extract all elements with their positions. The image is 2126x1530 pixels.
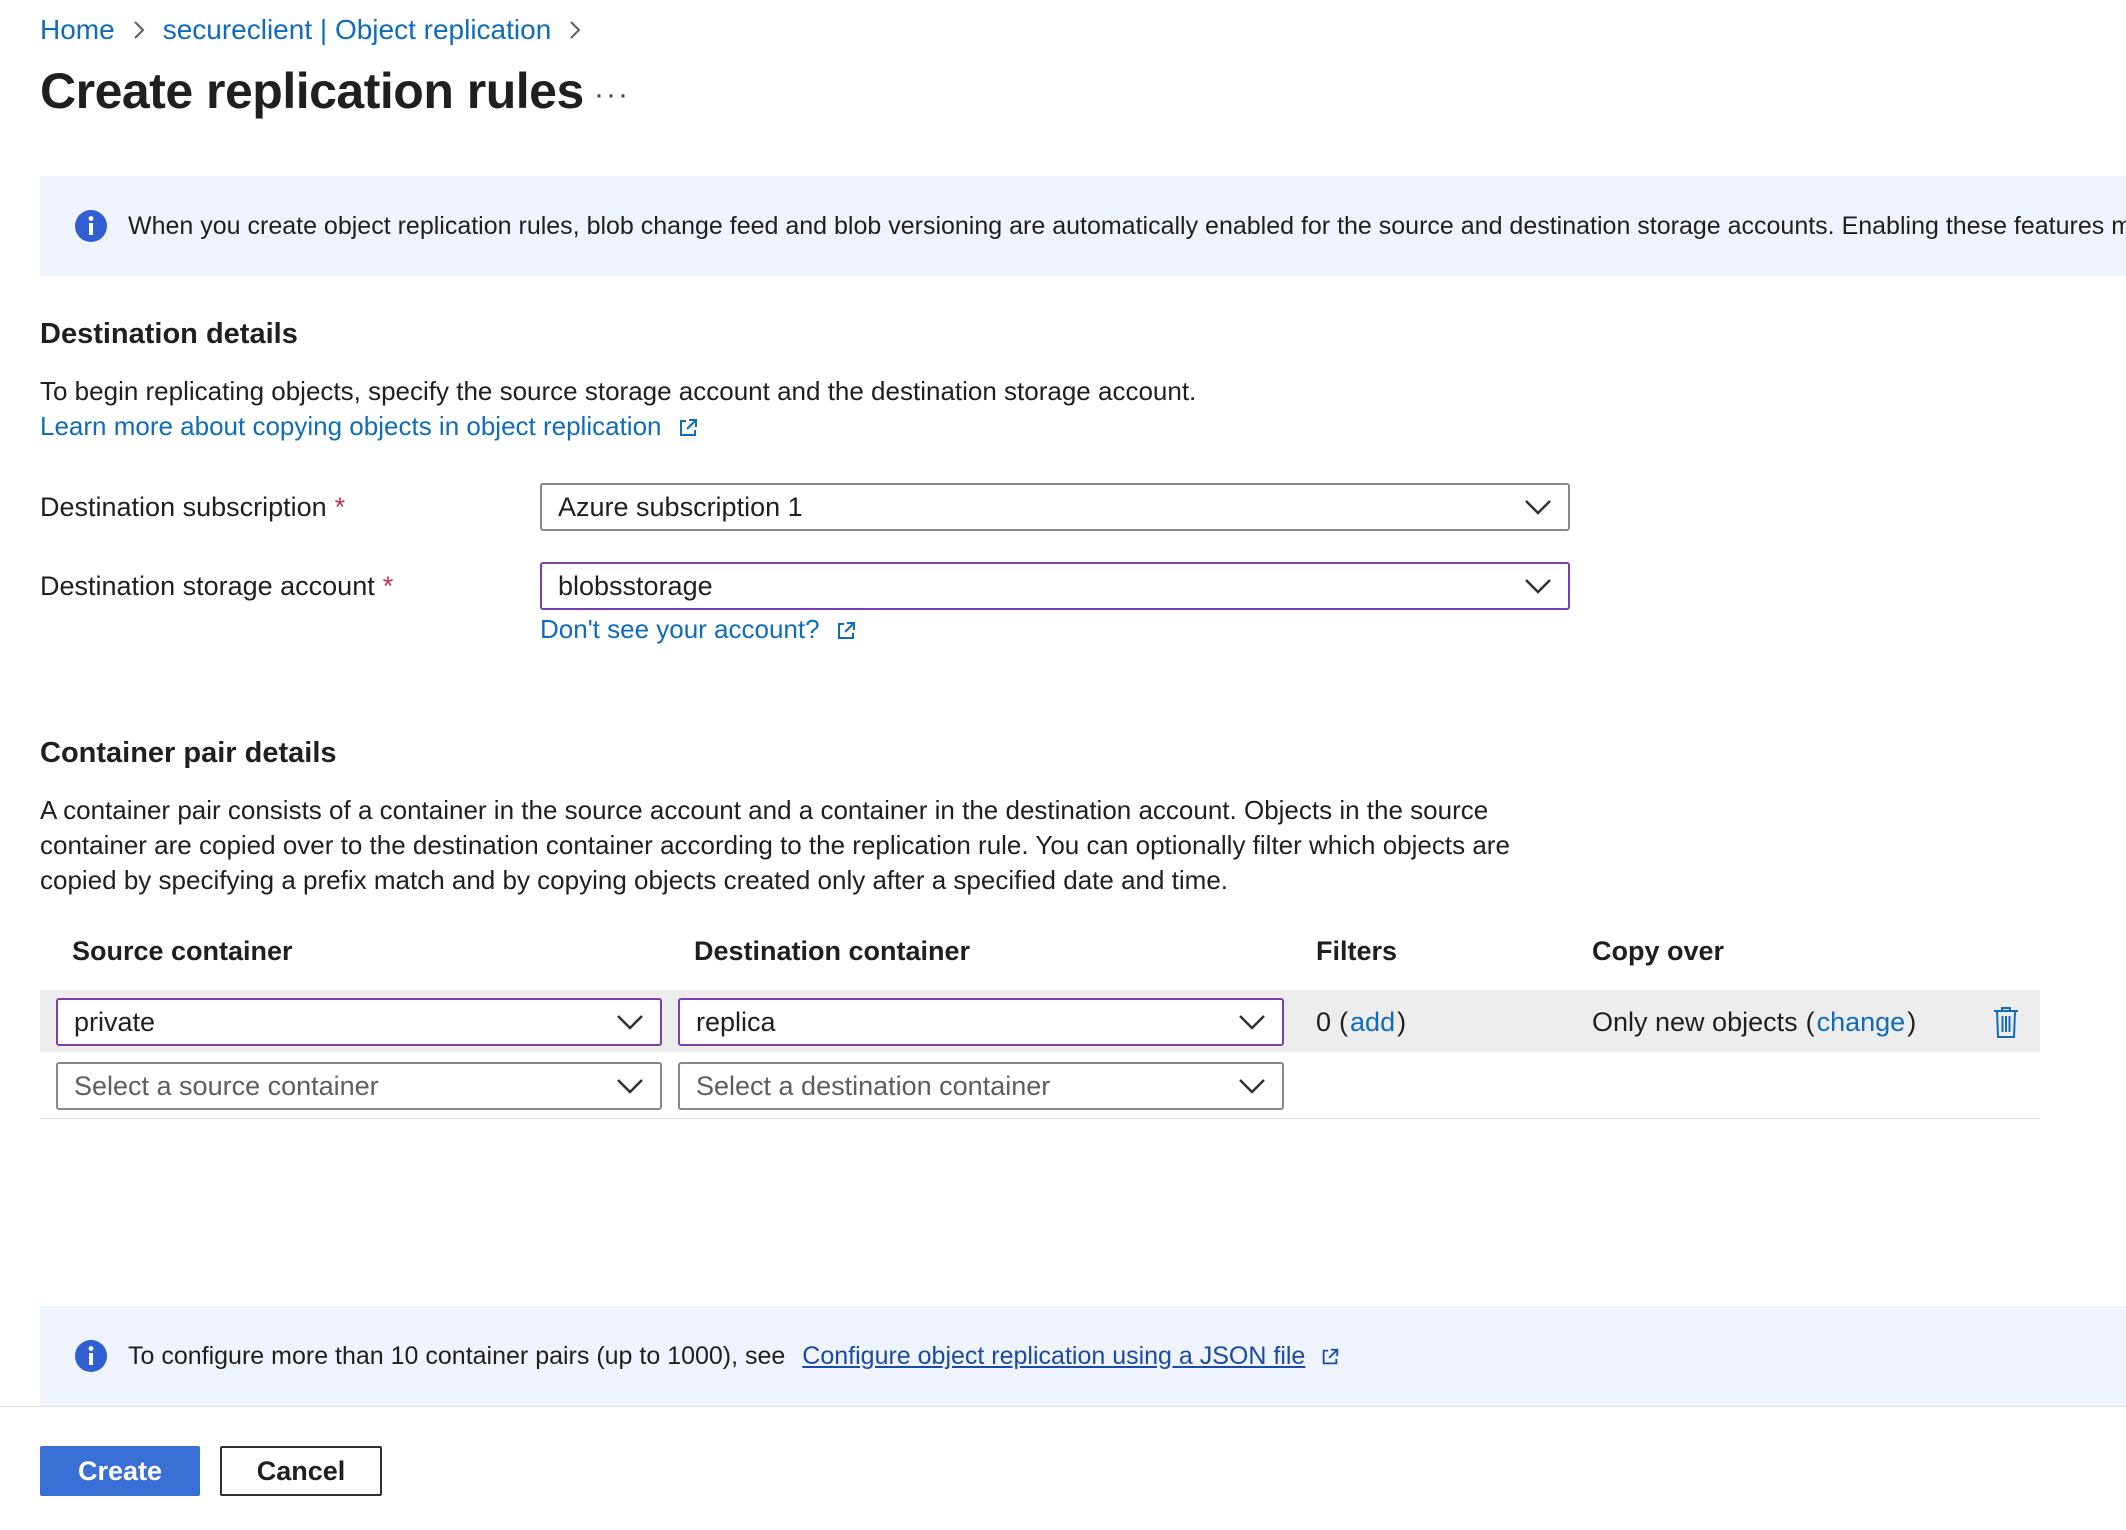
container-limit-message: To configure more than 10 container pair… [128,1341,786,1370]
destination-storage-label-text: Destination storage account [40,570,375,601]
filters-cell: 0 (add) [1316,1006,1407,1038]
info-icon [75,1340,107,1372]
destination-subscription-label-text: Destination subscription [40,491,327,522]
copy-over-value: Only new objects [1592,1006,1798,1037]
destination-subscription-value: Azure subscription 1 [558,491,803,522]
new-destination-container-dropdown[interactable]: Select a destination container [678,1062,1284,1110]
column-header-copy-over: Copy over [1592,936,1725,966]
learn-more-row: Learn more about copying objects in obje… [40,409,699,444]
column-header-destination: Destination container [694,936,971,966]
chevron-down-icon [1525,500,1551,515]
source-container-dropdown[interactable]: private [56,998,662,1046]
footer-divider [0,1406,2126,1407]
destination-storage-value: blobsstorage [558,570,713,601]
destination-description: To begin replicating objects, specify th… [40,376,1197,406]
column-header-source: Source container [72,936,293,966]
delete-icon[interactable] [1992,1005,2020,1039]
destination-subscription-dropdown[interactable]: Azure subscription 1 [540,483,1570,531]
dont-see-account-row: Don't see your account? [540,612,857,647]
create-button[interactable]: Create [40,1446,200,1496]
destination-container-dropdown[interactable]: replica [678,998,1284,1046]
required-marker: * [382,570,394,601]
destination-container-value: replica [696,1006,776,1037]
cancel-button[interactable]: Cancel [220,1446,382,1496]
column-header-filters: Filters [1316,936,1398,966]
container-pair-heading: Container pair details [40,737,337,769]
info-banner-text: When you create object replication rules… [128,211,2126,240]
source-container-value: private [74,1006,156,1037]
external-link-icon [679,419,697,437]
destination-storage-dropdown[interactable]: blobsstorage [540,562,1570,610]
page-title: Create replication rules [40,63,584,119]
more-options-button[interactable]: ··· [592,70,632,120]
destination-storage-label: Destination storage account * [40,562,393,610]
add-filter-link[interactable]: add [1350,1007,1395,1038]
chevron-down-icon [1239,1079,1265,1094]
info-banner-bottom: To configure more than 10 container pair… [40,1306,2126,1406]
breadcrumb-home[interactable]: Home [40,14,115,46]
copy-over-cell: Only new objects (change) [1592,1006,1917,1038]
new-source-container-dropdown[interactable]: Select a source container [56,1062,662,1110]
destination-details-heading: Destination details [40,318,298,350]
container-limit-text: To configure more than 10 container pair… [128,1342,1340,1371]
destination-subscription-label: Destination subscription * [40,483,345,531]
json-config-link[interactable]: Configure object replication using a JSO… [802,1342,1305,1370]
external-link-icon [1323,1348,1339,1365]
filters-count: 0 [1316,1006,1332,1037]
source-container-placeholder: Select a source container [74,1070,379,1101]
row-divider [40,1118,2040,1119]
chevron-down-icon [617,1015,643,1030]
learn-more-link[interactable]: Learn more about copying objects in obje… [40,411,662,441]
breadcrumb: Home secureclient | Object replication [40,10,599,50]
chevron-down-icon [1525,579,1551,594]
change-copy-over-link[interactable]: change [1817,1007,1906,1038]
info-banner-top: When you create object replication rules… [40,176,2126,276]
required-marker: * [334,491,346,522]
chevron-down-icon [617,1079,643,1094]
info-icon [75,210,107,242]
chevron-right-icon [133,20,145,40]
container-pair-description: A container pair consists of a container… [40,795,1510,895]
chevron-down-icon [1239,1015,1265,1030]
destination-container-placeholder: Select a destination container [696,1070,1051,1101]
breadcrumb-object-replication[interactable]: secureclient | Object replication [163,14,552,46]
chevron-right-icon [569,20,581,40]
external-link-icon [837,622,855,640]
dont-see-account-link[interactable]: Don't see your account? [540,614,820,644]
